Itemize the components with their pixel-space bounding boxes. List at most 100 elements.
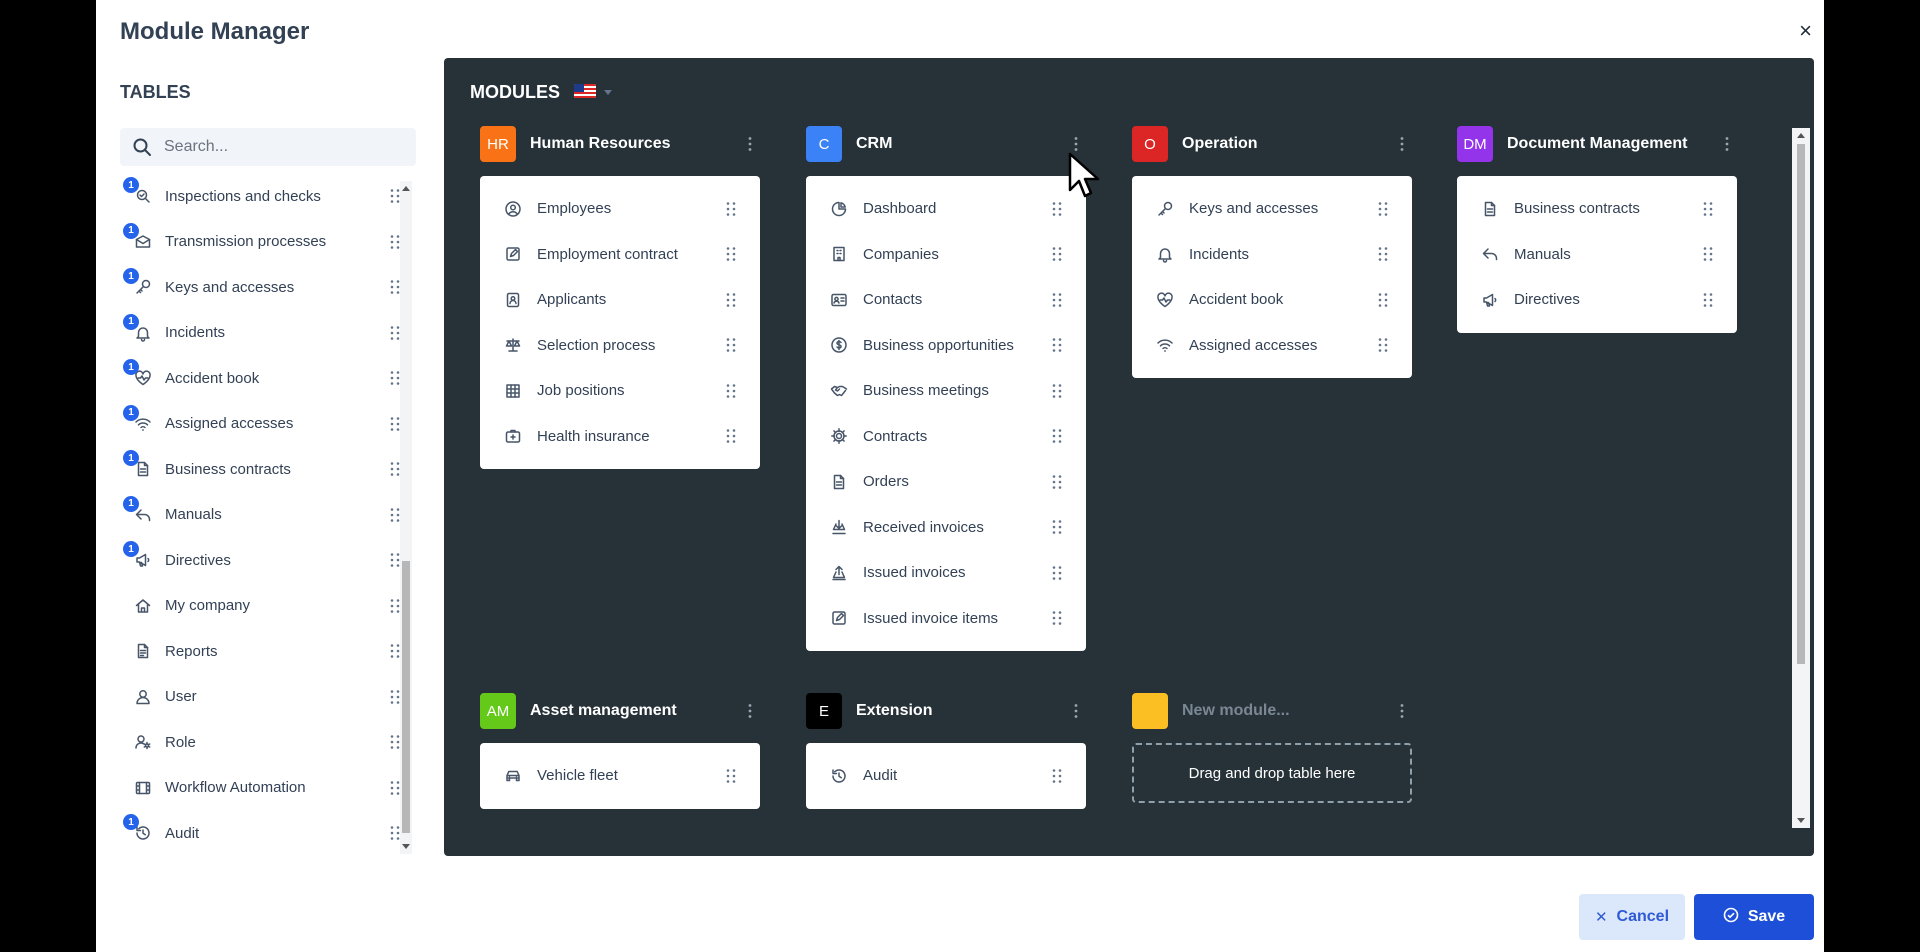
drag-handle-icon[interactable] bbox=[390, 188, 400, 204]
table-list-item[interactable]: 1 Keys and accesses bbox=[120, 267, 400, 307]
drag-handle-icon[interactable] bbox=[1052, 474, 1062, 490]
module-table-item[interactable]: Dashboard bbox=[806, 186, 1086, 232]
language-dropdown-caret[interactable] bbox=[604, 90, 612, 95]
drag-handle-icon[interactable] bbox=[1378, 246, 1388, 262]
module-table-item[interactable]: Companies bbox=[806, 232, 1086, 278]
table-list-item[interactable]: User bbox=[120, 677, 400, 717]
drag-handle-icon[interactable] bbox=[390, 689, 400, 705]
table-list-item[interactable]: 1 Inspections and checks bbox=[120, 176, 400, 216]
drag-handle-icon[interactable] bbox=[1052, 337, 1062, 353]
table-list-item[interactable]: Reports bbox=[120, 631, 400, 671]
scroll-up-arrow[interactable] bbox=[1797, 133, 1805, 138]
module-table-item[interactable]: Issued invoice items bbox=[806, 596, 1086, 642]
drag-handle-icon[interactable] bbox=[1052, 383, 1062, 399]
drag-handle-icon[interactable] bbox=[390, 780, 400, 796]
module-header[interactable]: E Extension bbox=[806, 693, 1086, 729]
drag-handle-icon[interactable] bbox=[390, 598, 400, 614]
table-list-item[interactable]: My company bbox=[120, 586, 400, 626]
module-header[interactable]: C CRM bbox=[806, 126, 1086, 162]
table-list-item[interactable]: Role bbox=[120, 722, 400, 762]
drag-handle-icon[interactable] bbox=[390, 507, 400, 523]
drag-handle-icon[interactable] bbox=[1052, 610, 1062, 626]
search-input[interactable] bbox=[164, 138, 404, 156]
scrollbar-thumb[interactable] bbox=[1797, 144, 1805, 664]
module-table-item[interactable]: Vehicle fleet bbox=[480, 753, 760, 799]
module-header[interactable]: New module... bbox=[1132, 693, 1412, 729]
drag-handle-icon[interactable] bbox=[726, 201, 736, 217]
drag-handle-icon[interactable] bbox=[726, 768, 736, 784]
module-table-item[interactable]: Employment contract bbox=[480, 232, 760, 278]
drag-handle-icon[interactable] bbox=[1052, 201, 1062, 217]
module-table-item[interactable]: Health insurance bbox=[480, 414, 760, 460]
module-table-item[interactable]: Applicants bbox=[480, 277, 760, 323]
table-list-item[interactable]: 1 Transmission processes bbox=[120, 222, 400, 262]
drag-handle-icon[interactable] bbox=[1052, 768, 1062, 784]
more-options-icon[interactable] bbox=[748, 703, 752, 719]
drag-handle-icon[interactable] bbox=[390, 825, 400, 841]
table-list-item[interactable]: 1 Directives bbox=[120, 540, 400, 580]
module-table-item[interactable]: Accident book bbox=[1132, 277, 1412, 323]
drag-handle-icon[interactable] bbox=[390, 461, 400, 477]
module-header[interactable]: DM Document Management bbox=[1457, 126, 1737, 162]
module-table-item[interactable]: Issued invoices bbox=[806, 550, 1086, 596]
module-table-item[interactable]: Incidents bbox=[1132, 232, 1412, 278]
module-table-item[interactable]: Job positions bbox=[480, 368, 760, 414]
more-options-icon[interactable] bbox=[1400, 703, 1404, 719]
drag-handle-icon[interactable] bbox=[1703, 201, 1713, 217]
module-name[interactable]: CRM bbox=[856, 135, 892, 153]
scroll-up-arrow[interactable] bbox=[402, 186, 410, 191]
module-table-item[interactable]: Business opportunities bbox=[806, 323, 1086, 369]
module-table-item[interactable]: Selection process bbox=[480, 323, 760, 369]
module-table-item[interactable]: Orders bbox=[806, 459, 1086, 505]
module-table-item[interactable]: Received invoices bbox=[806, 505, 1086, 551]
table-list-item[interactable]: 1 Manuals bbox=[120, 495, 400, 535]
drag-handle-icon[interactable] bbox=[390, 734, 400, 750]
module-table-item[interactable]: Directives bbox=[1457, 277, 1737, 323]
drag-handle-icon[interactable] bbox=[1052, 246, 1062, 262]
drag-handle-icon[interactable] bbox=[390, 416, 400, 432]
drag-handle-icon[interactable] bbox=[390, 325, 400, 341]
drag-handle-icon[interactable] bbox=[1052, 292, 1062, 308]
module-table-item[interactable]: Audit bbox=[806, 753, 1086, 799]
module-header[interactable]: O Operation bbox=[1132, 126, 1412, 162]
drag-handle-icon[interactable] bbox=[390, 234, 400, 250]
module-name[interactable]: Operation bbox=[1182, 135, 1258, 153]
module-name[interactable]: Asset management bbox=[530, 702, 677, 720]
more-options-icon[interactable] bbox=[1400, 136, 1404, 152]
table-list-item[interactable]: 1 Incidents bbox=[120, 313, 400, 353]
module-header[interactable]: AM Asset management bbox=[480, 693, 760, 729]
modules-scrollbar[interactable] bbox=[1792, 128, 1810, 828]
scroll-down-arrow[interactable] bbox=[1797, 818, 1805, 823]
module-table-item[interactable]: Assigned accesses bbox=[1132, 323, 1412, 369]
drag-handle-icon[interactable] bbox=[1703, 246, 1713, 262]
drag-handle-icon[interactable] bbox=[726, 383, 736, 399]
drag-handle-icon[interactable] bbox=[390, 552, 400, 568]
scroll-down-arrow[interactable] bbox=[402, 844, 410, 849]
module-table-item[interactable]: Contracts bbox=[806, 414, 1086, 460]
drag-handle-icon[interactable] bbox=[726, 292, 736, 308]
cancel-button[interactable]: ✕ Cancel bbox=[1579, 894, 1685, 940]
table-list-item[interactable]: 1 Audit bbox=[120, 813, 400, 852]
table-list-item[interactable]: 1 Accident book bbox=[120, 358, 400, 398]
drag-handle-icon[interactable] bbox=[1052, 565, 1062, 581]
module-table-item[interactable]: Business contracts bbox=[1457, 186, 1737, 232]
module-table-item[interactable]: Manuals bbox=[1457, 232, 1737, 278]
table-list-item[interactable]: 1 Business contracts bbox=[120, 449, 400, 489]
table-list-item[interactable]: 1 Assigned accesses bbox=[120, 404, 400, 444]
us-flag-icon[interactable] bbox=[574, 84, 596, 98]
module-name[interactable]: Human Resources bbox=[530, 135, 671, 153]
more-options-icon[interactable] bbox=[748, 136, 752, 152]
drag-handle-icon[interactable] bbox=[390, 643, 400, 659]
drop-zone[interactable]: Drag and drop table here bbox=[1132, 743, 1412, 803]
scrollbar-thumb[interactable] bbox=[402, 561, 410, 833]
drag-handle-icon[interactable] bbox=[1052, 519, 1062, 535]
table-list-scrollbar[interactable] bbox=[400, 181, 412, 854]
module-name[interactable]: New module... bbox=[1182, 702, 1290, 720]
module-name[interactable]: Extension bbox=[856, 702, 932, 720]
module-header[interactable]: HR Human Resources bbox=[480, 126, 760, 162]
drag-handle-icon[interactable] bbox=[1052, 428, 1062, 444]
table-list-item[interactable]: Workflow Automation bbox=[120, 768, 400, 808]
drag-handle-icon[interactable] bbox=[1378, 337, 1388, 353]
module-table-item[interactable]: Keys and accesses bbox=[1132, 186, 1412, 232]
drag-handle-icon[interactable] bbox=[390, 370, 400, 386]
